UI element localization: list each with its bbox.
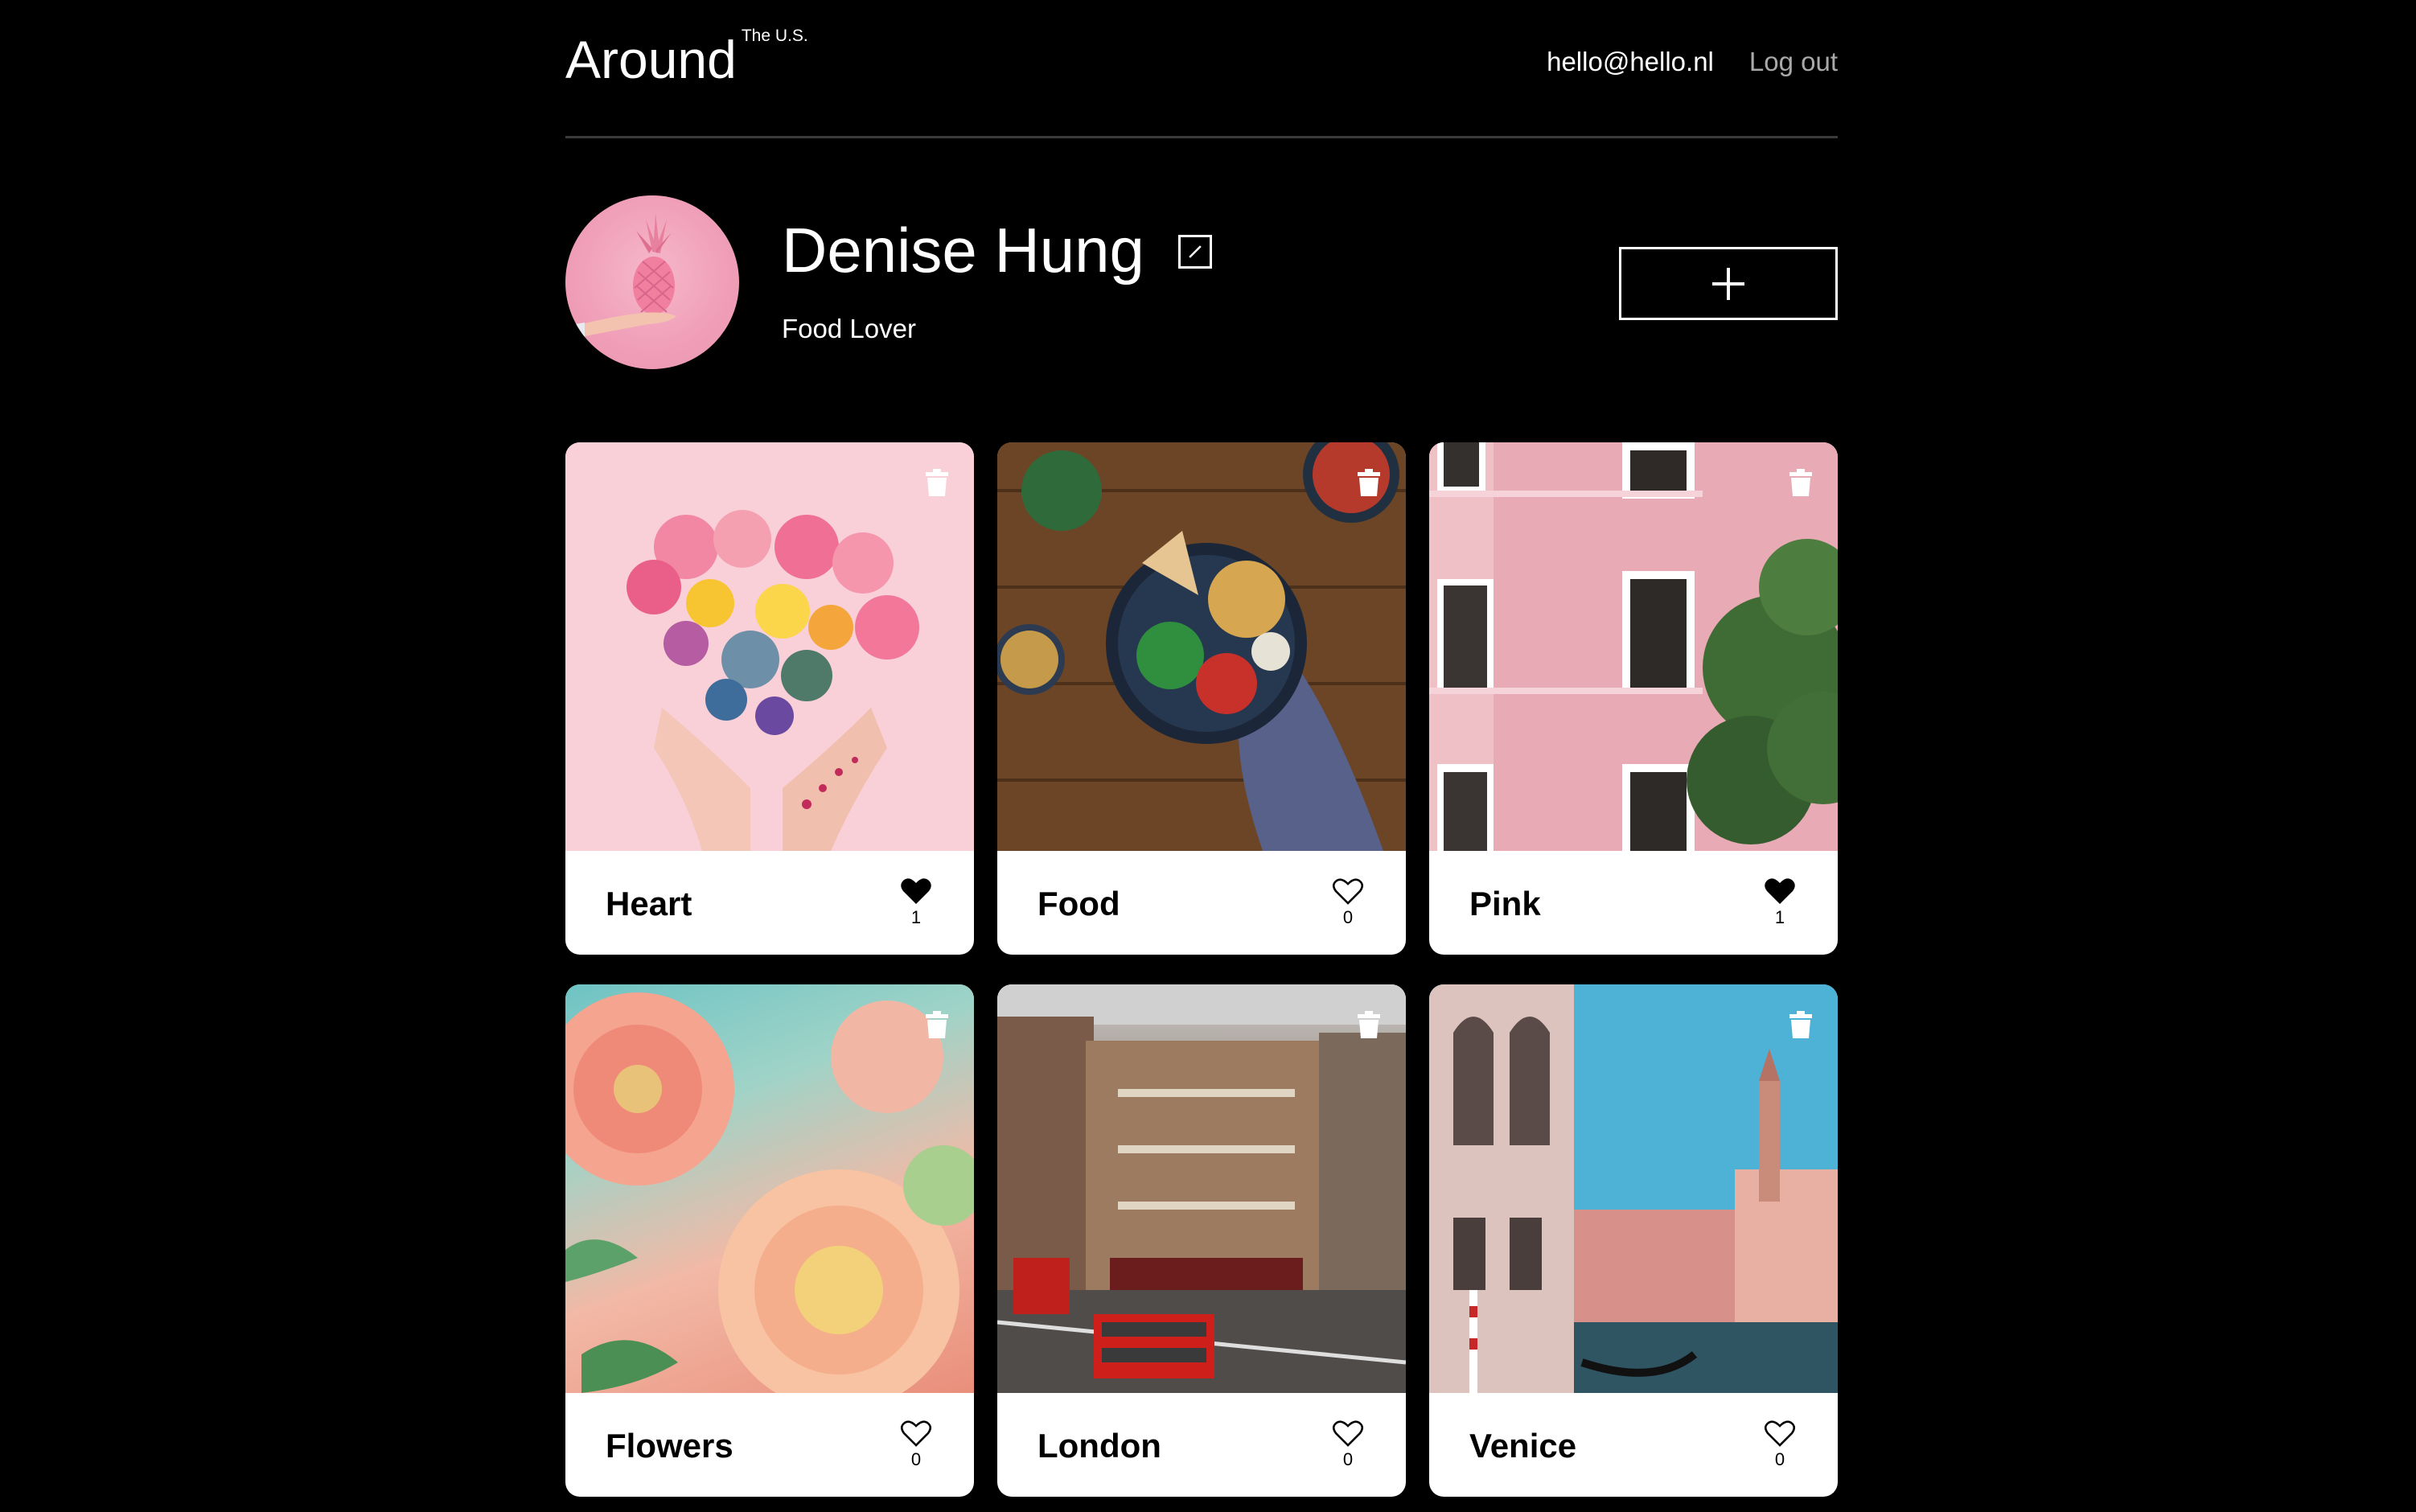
like-count: 1 [1774,907,1785,927]
trash-icon[interactable] [1788,1010,1814,1039]
card: Heart 1 [565,442,974,955]
page: Around The U.S. hello@hello.nl Log out D… [565,0,1838,1497]
card-title: Venice [1469,1427,1577,1465]
card-footer: London 0 [997,1393,1406,1497]
like-button[interactable]: 0 [1762,1419,1798,1470]
like-count: 0 [910,1449,922,1469]
pencil-icon [1189,245,1202,258]
profile: Denise Hung Food Lover [565,138,1838,444]
like-count: 0 [1342,1449,1354,1469]
cards-grid: Heart 1 Food 0 Pink 1 Flowers 0 London 0… [565,442,1838,1497]
dahlia-flowers-image [565,992,974,1393]
card-image[interactable] [997,984,1406,1393]
trash-icon[interactable] [1356,468,1382,497]
card-footer: Food 0 [997,851,1406,955]
card-image[interactable] [1429,984,1838,1393]
food-bowl-image [997,442,1406,851]
like-count: 1 [910,907,922,927]
header-nav: hello@hello.nl Log out [1547,47,1838,77]
card-title: Pink [1469,885,1541,922]
plus-icon [1712,267,1744,300]
edit-profile-button[interactable] [1178,235,1212,269]
card-footer: Pink 1 [1429,851,1838,955]
heart-filled-icon [901,878,931,904]
card-footer: Flowers 0 [565,1393,974,1497]
trash-icon[interactable] [1788,468,1814,497]
profile-about: Food Lover [782,314,916,343]
trash-icon[interactable] [924,1010,950,1039]
card: Pink 1 [1429,442,1838,955]
profile-name: Denise Hung [782,215,1144,286]
header: Around The U.S. hello@hello.nl Log out [565,0,1838,138]
logo-subtitle: The U.S. [741,27,808,45]
card-title: Food [1037,885,1120,922]
card-title: London [1037,1427,1161,1465]
like-button[interactable]: 0 [1330,1419,1366,1470]
heart-outline-icon [900,1420,932,1447]
like-button[interactable]: 0 [1330,877,1366,928]
logo-text: Around [565,30,737,89]
card: Food 0 [997,442,1406,955]
heart-outline-icon [1332,1420,1364,1447]
card-image[interactable] [997,442,1406,851]
card: Flowers 0 [565,984,974,1497]
card-image[interactable] [1429,442,1838,851]
avatar-pineapple-image [565,213,676,342]
card-footer: Heart 1 [565,851,974,955]
trash-icon[interactable] [924,468,950,497]
card-image[interactable] [565,442,974,851]
logout-link[interactable]: Log out [1749,47,1838,77]
heart-outline-icon [1332,878,1364,905]
avatar[interactable] [565,195,739,369]
card-title: Flowers [606,1427,733,1465]
logo: Around The U.S. [565,24,808,95]
card-image[interactable] [565,984,974,1393]
london-street-image [997,984,1406,1393]
trash-icon[interactable] [1356,1010,1382,1039]
card-title: Heart [606,885,692,922]
heart-filled-icon [1765,878,1795,904]
card: Venice 0 [1429,984,1838,1497]
like-count: 0 [1342,907,1354,927]
venice-canal-image [1429,984,1838,1393]
heart-outline-icon [1764,1420,1796,1447]
like-count: 0 [1774,1449,1785,1469]
pink-building-image [1429,442,1838,851]
card-footer: Venice 0 [1429,1393,1838,1497]
user-email: hello@hello.nl [1547,47,1714,76]
card: London 0 [997,984,1406,1497]
like-button[interactable]: 1 [898,877,934,928]
add-card-button[interactable] [1619,247,1838,320]
like-button[interactable]: 1 [1762,877,1798,928]
like-button[interactable]: 0 [898,1419,934,1470]
heart-flowers-image [627,510,919,851]
